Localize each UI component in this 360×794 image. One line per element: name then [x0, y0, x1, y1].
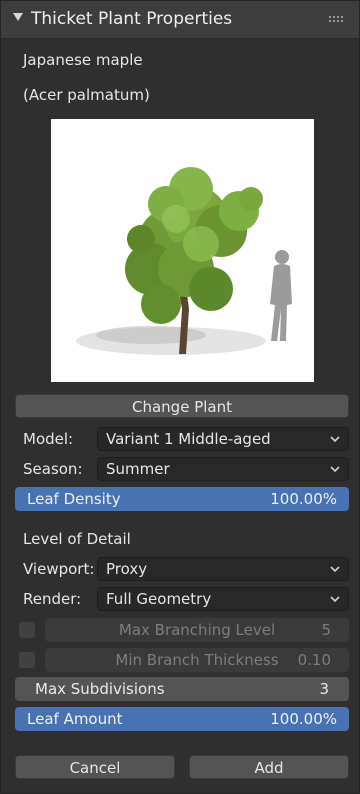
- min-branch-value: 0.10: [297, 651, 331, 669]
- max-branching-label: Max Branching Level: [118, 621, 276, 639]
- plant-preview-image: [51, 119, 314, 382]
- leaf-amount-label: Leaf Amount: [27, 710, 123, 728]
- viewport-select[interactable]: Proxy: [97, 557, 349, 581]
- model-select[interactable]: Variant 1 Middle-aged: [97, 427, 349, 451]
- leaf-amount-value: 100.00%: [270, 710, 337, 728]
- collapse-triangle-icon[interactable]: [13, 13, 23, 21]
- season-select[interactable]: Summer: [97, 457, 349, 481]
- add-button[interactable]: Add: [189, 755, 349, 779]
- render-select[interactable]: Full Geometry: [97, 587, 349, 611]
- panel-header[interactable]: Thicket Plant Properties: [1, 1, 359, 39]
- chevron-down-icon: [330, 566, 340, 572]
- panel-title: Thicket Plant Properties: [31, 9, 233, 29]
- max-branching-value: 5: [321, 621, 331, 639]
- min-branch-checkbox[interactable]: [19, 652, 35, 668]
- cancel-button[interactable]: Cancel: [15, 755, 175, 779]
- chevron-down-icon: [330, 466, 340, 472]
- tree-preview-illustration: [76, 167, 292, 355]
- drag-grip-icon[interactable]: [329, 16, 345, 24]
- season-select-value: Summer: [106, 460, 170, 478]
- max-subdivisions-label: Max Subdivisions: [35, 680, 165, 698]
- max-subdivisions-value: 3: [319, 680, 329, 698]
- plant-common-name: Japanese maple: [23, 51, 143, 69]
- render-select-value: Full Geometry: [106, 590, 212, 608]
- max-branching-field: Max Branching Level 5: [45, 618, 349, 642]
- min-branch-field: Min Branch Thickness 0.10: [45, 648, 349, 672]
- plant-properties-panel: Thicket Plant Properties Japanese maple …: [0, 0, 360, 794]
- max-branching-checkbox[interactable]: [19, 622, 35, 638]
- chevron-down-icon: [330, 596, 340, 602]
- model-select-value: Variant 1 Middle-aged: [106, 430, 271, 448]
- viewport-select-value: Proxy: [106, 560, 148, 578]
- chevron-down-icon: [330, 436, 340, 442]
- level-of-detail-heading: Level of Detail: [23, 530, 131, 548]
- viewport-label: Viewport:: [23, 560, 95, 578]
- leaf-density-label: Leaf Density: [27, 490, 121, 508]
- leaf-amount-slider[interactable]: Leaf Amount 100.00%: [15, 707, 349, 731]
- plant-latin-name: (Acer palmatum): [23, 86, 150, 104]
- leaf-density-slider[interactable]: Leaf Density 100.00%: [15, 487, 349, 511]
- render-label: Render:: [23, 590, 82, 608]
- change-plant-button[interactable]: Change Plant: [15, 394, 349, 418]
- model-label: Model:: [23, 430, 74, 448]
- max-subdivisions-field[interactable]: Max Subdivisions 3: [15, 677, 349, 701]
- leaf-density-value: 100.00%: [270, 490, 337, 508]
- season-label: Season:: [23, 460, 83, 478]
